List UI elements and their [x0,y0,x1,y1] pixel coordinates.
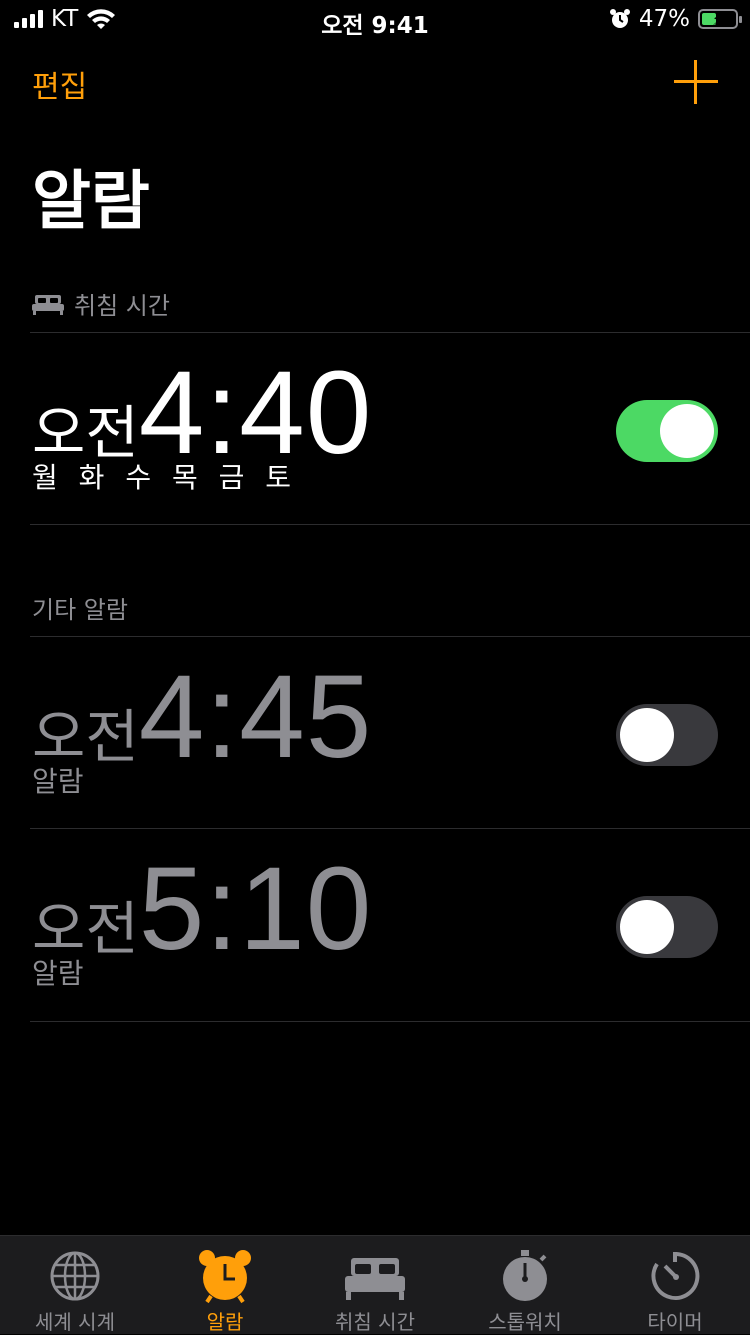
tab-label: 알람 [206,1310,244,1334]
toggle-knob [620,708,674,762]
divider [30,524,750,525]
divider [30,828,750,829]
bed-icon [32,293,64,315]
alarm-row[interactable]: 오전 5:10 알람 [0,830,750,1020]
alarm-row[interactable]: 오전 4:40 월 화 수 목 금 토 [0,334,750,524]
globe-icon [50,1251,100,1301]
alarm-clock-icon [199,1250,251,1304]
battery-icon: ⚡ [698,9,742,29]
tab-label: 스톱워치 [488,1310,562,1334]
toggle-knob [620,900,674,954]
tab-label: 세계 시계 [35,1310,115,1334]
divider [30,332,750,333]
timer-icon [651,1251,700,1300]
sleep-section-header: 취침 시간 [32,286,170,321]
tab-label: 취침 시간 [335,1310,415,1334]
divider [30,636,750,637]
alarm-toggle[interactable] [616,400,718,462]
alarm-row[interactable]: 오전 4:45 알람 [0,638,750,828]
tab-timer[interactable]: 타이머 [600,1236,750,1334]
alarm-time: 오전 5:10 [32,850,372,968]
tab-alarm[interactable]: 알람 [150,1236,300,1334]
status-bar: KT 오전 9:41 47% ⚡ [0,0,750,44]
tab-world-clock[interactable]: 세계 시계 [0,1236,150,1334]
tab-stopwatch[interactable]: 스톱워치 [450,1236,600,1334]
alarm-clock: 5:10 [138,843,373,975]
edit-button[interactable]: 편집 [32,62,87,106]
alarm-repeat-days: 월 화 수 목 금 토 [32,461,298,494]
alarm-label: 알람 [32,765,84,798]
plus-icon[interactable] [674,60,718,104]
alarm-clock: 4:45 [138,651,373,783]
alarm-label: 알람 [32,957,84,990]
alarm-clock: 4:40 [138,347,373,479]
sleep-section-title: 취침 시간 [74,292,170,320]
alarm-toggle[interactable] [616,704,718,766]
alarm-time: 오전 4:45 [32,658,372,776]
alarm-indicator-icon [609,9,630,28]
status-right: 47% ⚡ [609,6,742,32]
other-section-header: 기타 알람 [32,590,128,625]
other-section-title: 기타 알람 [32,596,128,624]
tab-bedtime[interactable]: 취침 시간 [300,1236,450,1334]
toggle-knob [660,404,714,458]
stopwatch-icon [503,1250,547,1301]
alarm-time: 오전 4:40 [32,354,372,472]
alarm-toggle[interactable] [616,896,718,958]
bed-icon [345,1258,405,1300]
divider [30,1021,750,1022]
tab-label: 타이머 [647,1310,703,1334]
page-title: 알람 [32,165,150,239]
tab-bar: 세계 시계 알람 취침 시간 스톱워치 타이머 [0,1235,750,1334]
battery-percent: 47% [638,6,690,32]
